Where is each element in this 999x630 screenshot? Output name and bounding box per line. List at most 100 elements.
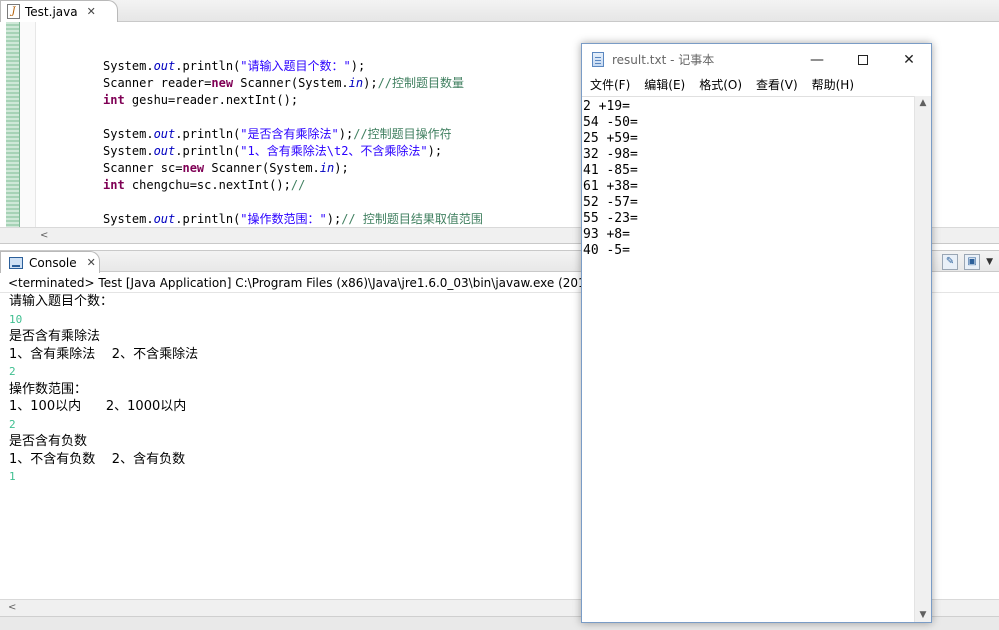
- console-output-line: 是否含有负数: [9, 434, 88, 449]
- notepad-text-area[interactable]: 2 +19= 54 -50= 25 +59= 32 -98= 41 -85= 61 +38…: [582, 96, 914, 622]
- code-text: Scanner(System.: [204, 161, 320, 175]
- code-text: );: [338, 127, 354, 141]
- notepad-text-line: 55 -23=: [583, 211, 638, 226]
- menu-format[interactable]: 格式(O): [693, 75, 748, 95]
- minimize-button[interactable]: —: [794, 44, 840, 75]
- code-field: out: [153, 144, 176, 158]
- maximize-icon: [858, 54, 868, 65]
- menu-view[interactable]: 查看(V): [750, 75, 804, 95]
- code-keyword: new: [182, 161, 205, 175]
- menu-edit[interactable]: 编辑(E): [638, 75, 691, 95]
- code-field: out: [153, 212, 176, 226]
- notepad-text-line: 54 -50=: [583, 115, 638, 130]
- code-text: );: [363, 76, 378, 90]
- tab-test-java[interactable]: J Test.java ✕: [0, 0, 118, 22]
- menu-help[interactable]: 帮助(H): [806, 75, 860, 95]
- code-text: );: [334, 161, 349, 175]
- notepad-text-line: 52 -57=: [583, 195, 638, 210]
- code-string: "请输入题目个数：": [240, 59, 351, 73]
- notepad-text-line: 61 +38=: [583, 179, 638, 194]
- scroll-up-arrow-icon[interactable]: ▲: [915, 98, 931, 108]
- code-text: .println(: [175, 144, 241, 158]
- code-text: geshu=reader.nextInt();: [124, 93, 299, 107]
- code-field: in: [348, 76, 364, 90]
- code-string: "是否含有乘除法": [240, 127, 339, 141]
- chevron-down-icon[interactable]: ▼: [986, 257, 993, 267]
- code-text: System.: [103, 59, 154, 73]
- code-line: Scanner sc=new Scanner(System.in);: [103, 160, 483, 177]
- notepad-text-line: 2 +19=: [583, 99, 630, 114]
- code-comment: // 控制题目结果取值范围: [341, 212, 483, 226]
- pin-console-icon[interactable]: ✎: [942, 254, 959, 270]
- code-text: Scanner sc=: [103, 161, 183, 175]
- notepad-text-line: 41 -85=: [583, 163, 638, 178]
- code-line: System.out.println("1、含有乘除法\t2、不含乘除法");: [103, 143, 483, 160]
- code-field: out: [153, 127, 176, 141]
- code-comment: //控制题目操作符: [353, 127, 452, 141]
- maximize-button[interactable]: [840, 44, 886, 75]
- console-output-line: 请输入题目个数：: [9, 294, 114, 309]
- console-output-line: 是否含有乘除法: [9, 329, 101, 344]
- code-field: in: [319, 161, 335, 175]
- editor-tab-bar: J Test.java ✕: [0, 0, 999, 22]
- code-line: int chengchu=sc.nextInt();//: [103, 177, 483, 194]
- code-field: out: [153, 59, 176, 73]
- code-string: "1、含有乘除法\t2、不含乘除法": [240, 144, 428, 158]
- code-line: System.out.println("是否含有乘除法");//控制题目操作符: [103, 126, 483, 143]
- code-text: System.: [103, 127, 154, 141]
- console-toolbar: ✎ ▣ ▼: [942, 251, 999, 273]
- notepad-text-line: 93 +8=: [583, 227, 630, 242]
- code-string: "操作数范围：": [240, 212, 327, 226]
- console-output-line: 1、100以内 2、1000以内: [9, 399, 187, 414]
- code-text: .println(: [175, 212, 241, 226]
- tab-console[interactable]: Console ✕: [0, 251, 100, 273]
- console-output-line: 操作数范围：: [9, 381, 88, 397]
- code-keyword: int: [103, 93, 125, 107]
- change-ruler: [6, 22, 20, 227]
- menu-file[interactable]: 文件(F): [584, 75, 636, 95]
- code-content[interactable]: System.out.println("请输入题目个数："); Scanner r…: [103, 58, 483, 228]
- scroll-left-arrow-icon[interactable]: <: [40, 230, 48, 241]
- console-user-input: 10: [9, 312, 23, 326]
- notepad-text-line: 40 -5=: [583, 243, 630, 258]
- scroll-down-arrow-icon[interactable]: ▼: [915, 610, 931, 620]
- console-user-input: 1: [9, 470, 16, 483]
- console-user-input: 2: [9, 417, 16, 431]
- java-file-icon: J: [7, 4, 20, 19]
- notepad-icon: [592, 52, 604, 67]
- code-text: );: [427, 144, 443, 158]
- notepad-vertical-scrollbar[interactable]: ▲ ▼: [914, 96, 931, 622]
- console-output[interactable]: 请输入题目个数： 10 是否含有乘除法 1、含有乘除法 2、不含乘除法 2 操作数范围： 1…: [9, 293, 579, 486]
- code-line: Scanner reader=new Scanner(System.in);//…: [103, 75, 483, 92]
- display-console-icon[interactable]: ▣: [964, 254, 981, 270]
- code-line: int geshu=reader.nextInt();: [103, 92, 483, 109]
- close-icon[interactable]: ✕: [87, 256, 96, 269]
- code-text: .println(: [175, 127, 241, 141]
- close-button[interactable]: ✕: [886, 44, 932, 75]
- code-text: );: [350, 59, 366, 73]
- code-comment: //: [290, 178, 306, 192]
- code-text: Scanner(System.: [233, 76, 349, 90]
- notepad-menu-bar: 文件(F) 编辑(E) 格式(O) 查看(V) 帮助(H): [582, 75, 931, 95]
- code-text: System.: [103, 212, 154, 226]
- notepad-title: result.txt - 记事本: [612, 53, 715, 67]
- code-keyword: int: [103, 178, 125, 192]
- notepad-window[interactable]: result.txt - 记事本 — ✕ 文件(F) 编辑(E) 格式(O) 查…: [581, 43, 932, 623]
- console-icon: [9, 256, 23, 269]
- notepad-text-line: 25 +59=: [583, 131, 638, 146]
- console-output-line: 1、不含有负数 2、含有负数: [9, 451, 186, 467]
- code-text: );: [326, 212, 342, 226]
- code-text: .println(: [175, 59, 241, 73]
- code-text: chengchu=sc.nextInt();: [124, 178, 291, 192]
- code-text: Scanner reader=: [103, 76, 212, 90]
- notepad-text-line: 32 -98=: [583, 147, 638, 162]
- close-icon[interactable]: ✕: [87, 5, 96, 18]
- notepad-title-bar[interactable]: result.txt - 记事本 — ✕: [582, 44, 931, 75]
- tab-label: Test.java: [25, 4, 78, 19]
- code-comment: //控制题目数量: [377, 76, 465, 90]
- scroll-left-arrow-icon[interactable]: <: [8, 602, 16, 613]
- code-text: System.: [103, 144, 154, 158]
- console-user-input: 2: [9, 365, 16, 378]
